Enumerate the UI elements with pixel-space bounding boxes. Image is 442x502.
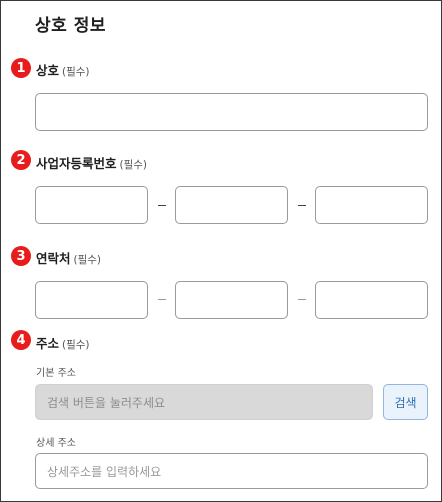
- step-badge-2: 2: [11, 150, 31, 170]
- address-label: 주소 (필수): [36, 333, 90, 352]
- form-container: 상호 정보 1 상호 (필수) 2 사업자등록번호 (필수) 3 연락처 (필수) 4…: [0, 0, 442, 502]
- separator-dash: [298, 205, 306, 206]
- business-reg-input-1[interactable]: [35, 186, 148, 224]
- required-mark: (필수): [62, 339, 90, 351]
- contact-input-3[interactable]: [315, 281, 428, 319]
- contact-label: 연락처 (필수): [36, 248, 101, 267]
- company-name-label-text: 상호: [36, 63, 60, 78]
- detail-address-label: 상세 주소: [36, 438, 76, 449]
- business-reg-label: 사업자등록번호 (필수): [36, 153, 147, 172]
- step-badge-4: 4: [11, 330, 31, 350]
- separator-dash: [298, 299, 306, 300]
- address-label-text: 주소: [36, 336, 60, 351]
- business-reg-input-3[interactable]: [315, 186, 428, 224]
- company-name-label: 상호 (필수): [36, 60, 90, 79]
- contact-label-text: 연락처: [36, 251, 71, 266]
- separator-dash: [158, 205, 166, 206]
- required-mark: (필수): [62, 66, 90, 78]
- contact-input-1[interactable]: [35, 281, 148, 319]
- required-mark: (필수): [119, 159, 148, 171]
- separator-dash: [158, 299, 166, 300]
- detail-address-input[interactable]: 상세주소를 입력하세요: [35, 453, 428, 489]
- address-search-button[interactable]: 검색: [383, 384, 428, 420]
- contact-input-2[interactable]: [175, 281, 288, 319]
- company-name-input[interactable]: [35, 93, 428, 131]
- step-badge-1: 1: [11, 58, 31, 78]
- basic-address-label: 기본 주소: [36, 368, 76, 379]
- required-mark: (필수): [73, 254, 102, 266]
- page-title: 상호 정보: [35, 16, 106, 36]
- business-reg-label-text: 사업자등록번호: [36, 156, 117, 171]
- basic-address-input[interactable]: 검색 버튼을 눌러주세요: [35, 384, 373, 420]
- step-badge-3: 3: [11, 246, 31, 266]
- business-reg-input-2[interactable]: [175, 186, 288, 224]
